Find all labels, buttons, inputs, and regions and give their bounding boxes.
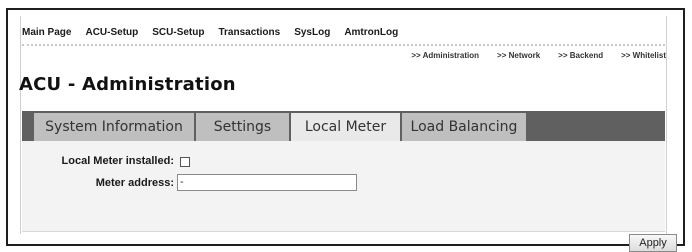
nav-scu-setup[interactable]: SCU-Setup bbox=[152, 27, 204, 43]
tab-load-balancing[interactable]: Load Balancing bbox=[402, 113, 526, 141]
nav-divider bbox=[22, 44, 665, 46]
nav-main-page[interactable]: Main Page bbox=[22, 27, 71, 43]
apply-button[interactable]: Apply bbox=[629, 234, 677, 252]
nav-amtronlog[interactable]: AmtronLog bbox=[344, 27, 398, 43]
nav-acu-setup[interactable]: ACU-Setup bbox=[85, 27, 138, 43]
sub-navigation: >> Administration >> Network >> Backend … bbox=[393, 51, 666, 60]
meter-address-label: Meter address: bbox=[95, 177, 174, 189]
top-navigation: Main Page ACU-Setup SCU-Setup Transactio… bbox=[22, 27, 412, 43]
tab-system-information[interactable]: System Information bbox=[34, 113, 194, 141]
meter-installed-label: Local Meter installed: bbox=[61, 155, 174, 167]
subnav-whitelist[interactable]: >> Whitelist bbox=[621, 51, 666, 60]
page-title: ACU - Administration bbox=[19, 74, 236, 95]
subnav-backend[interactable]: >> Backend bbox=[558, 51, 603, 60]
tab-local-meter[interactable]: Local Meter bbox=[291, 113, 400, 141]
meter-address-input[interactable]: - bbox=[177, 174, 357, 191]
meter-installed-checkbox[interactable] bbox=[180, 157, 190, 167]
nav-syslog[interactable]: SysLog bbox=[294, 27, 330, 43]
tab-bar: System Information Settings Local Meter … bbox=[22, 111, 665, 141]
nav-transactions[interactable]: Transactions bbox=[218, 27, 280, 43]
subnav-administration[interactable]: >> Administration bbox=[411, 51, 479, 60]
subnav-network[interactable]: >> Network bbox=[497, 51, 540, 60]
tab-settings[interactable]: Settings bbox=[196, 113, 289, 141]
